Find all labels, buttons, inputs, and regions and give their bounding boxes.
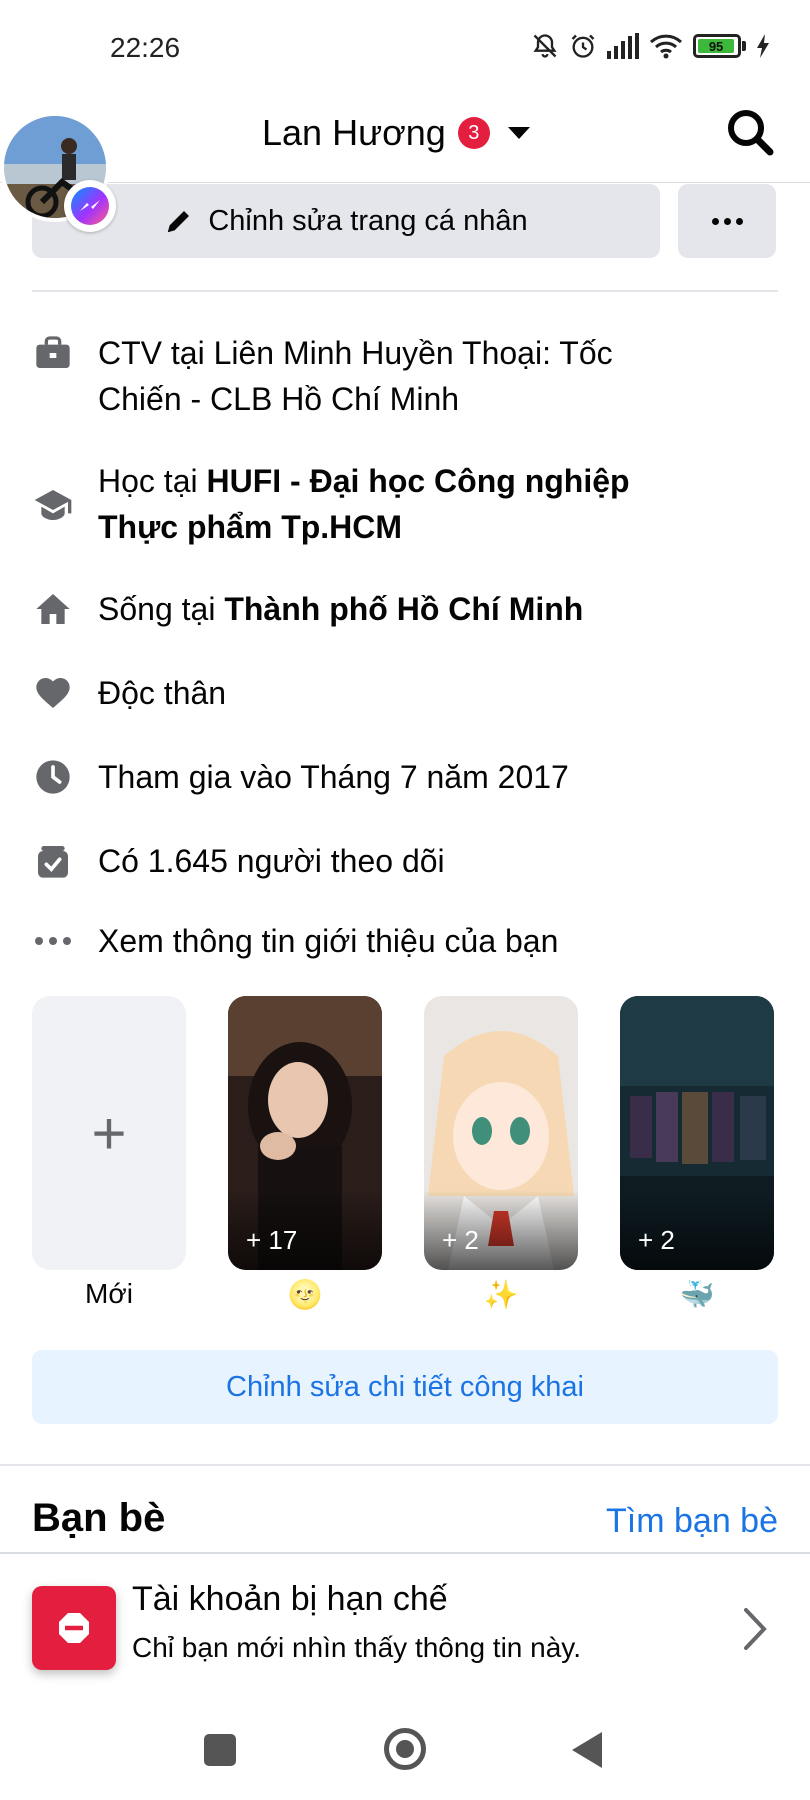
work-line-2: Chiến - CLB Hồ Chí Minh	[98, 381, 460, 417]
featured-count: + 17	[246, 1225, 298, 1255]
edit-public-details-label: Chỉnh sửa chi tiết công khai	[226, 1370, 584, 1403]
charging-icon	[757, 34, 769, 58]
relationship-status: Độc thân	[98, 675, 227, 711]
heart-icon	[30, 670, 76, 716]
signal-icon	[607, 33, 639, 59]
restricted-title[interactable]: Tài khoản bị hạn chế	[132, 1580, 448, 1619]
featured-caption: ✨	[483, 1279, 519, 1310]
study-school-line-1[interactable]: HUFI - Đại học Công nghiệp	[206, 463, 629, 499]
study-prefix: Học tại	[98, 463, 207, 499]
clock-icon	[30, 754, 76, 800]
messenger-icon	[80, 200, 100, 211]
more-dots-icon	[30, 918, 76, 964]
featured-caption: 🐳	[679, 1279, 715, 1310]
restricted-icon	[32, 1586, 116, 1670]
search-icon	[728, 110, 774, 156]
alarm-icon	[571, 34, 595, 58]
home-button[interactable]	[384, 1728, 426, 1770]
recents-button[interactable]	[204, 1734, 236, 1766]
status-time: 22:26	[110, 32, 181, 63]
notification-badge: 3	[457, 117, 490, 149]
search-button[interactable]	[724, 106, 776, 158]
home-icon	[30, 586, 76, 632]
followers-icon	[30, 838, 76, 884]
featured-new-label: Mới	[85, 1278, 133, 1309]
find-friends-link[interactable]: Tìm bạn bè	[606, 1502, 778, 1541]
friends-title: Bạn bè	[32, 1496, 166, 1540]
featured-caption: 🌝	[287, 1279, 323, 1310]
section-divider	[0, 1464, 810, 1466]
followers-count: Có 1.645 người theo dõi	[98, 843, 445, 879]
live-place[interactable]: Thành phố Hồ Chí Minh	[224, 591, 583, 627]
featured-count: + 2	[638, 1225, 675, 1255]
see-intro-link[interactable]: Xem thông tin giới thiệu của bạn	[30, 918, 780, 964]
edit-public-details-button[interactable]: Chỉnh sửa chi tiết công khai	[32, 1350, 778, 1424]
status-icons: 95	[531, 32, 770, 60]
wifi-icon	[649, 34, 683, 59]
chevron-right-icon[interactable]	[742, 1606, 770, 1657]
intro-work: CTV tại Liên Minh Huyền Thoại: Tốc Chiến …	[30, 330, 780, 422]
intro-education: Học tại HUFI - Đại học Công nghiệp Thực p…	[30, 458, 780, 550]
featured-item[interactable]: + 2	[424, 996, 578, 1270]
banner-divider	[0, 1552, 810, 1554]
briefcase-icon	[30, 330, 76, 376]
edit-profile-button[interactable]: Chỉnh sửa trang cá nhân	[32, 184, 660, 258]
featured-item[interactable]: + 17	[228, 996, 382, 1270]
plus-icon: +	[91, 1099, 127, 1167]
profile-name: Lan Hương	[262, 112, 446, 153]
profile-name-switcher[interactable]: Lan Hương 3	[262, 112, 530, 154]
restricted-subtitle: Chỉ bạn mới nhìn thấy thông tin này.	[132, 1632, 581, 1663]
intro-relationship: Độc thân	[30, 670, 780, 716]
battery-icon: 95	[693, 34, 746, 58]
intro-followers[interactable]: Có 1.645 người theo dõi	[30, 838, 780, 884]
messenger-button[interactable]	[64, 180, 116, 232]
intro-joined: Tham gia vào Tháng 7 năm 2017	[30, 754, 780, 800]
chevron-down-icon	[507, 127, 530, 139]
battery-level: 95	[698, 39, 735, 54]
featured-item[interactable]: + 2	[620, 996, 774, 1270]
joined-date: Tham gia vào Tháng 7 năm 2017	[98, 759, 569, 795]
section-divider	[32, 290, 778, 292]
work-line-1: CTV tại Liên Minh Huyền Thoại: Tốc	[98, 335, 613, 371]
live-prefix: Sống tại	[98, 591, 225, 627]
graduation-cap-icon	[30, 482, 76, 528]
study-school-line-2[interactable]: Thực phẩm Tp.HCM	[98, 509, 402, 545]
more-options-button[interactable]	[678, 184, 776, 258]
edit-profile-label: Chỉnh sửa trang cá nhân	[208, 204, 528, 237]
back-button[interactable]	[572, 1732, 602, 1768]
muted-bell-icon	[533, 34, 557, 58]
intro-location: Sống tại Thành phố Hồ Chí Minh	[30, 586, 780, 632]
pencil-icon	[168, 211, 190, 233]
featured-count: + 2	[442, 1225, 479, 1255]
featured-new-button[interactable]: +	[32, 996, 186, 1270]
see-intro-label: Xem thông tin giới thiệu của bạn	[98, 923, 559, 959]
header-divider	[0, 182, 810, 183]
